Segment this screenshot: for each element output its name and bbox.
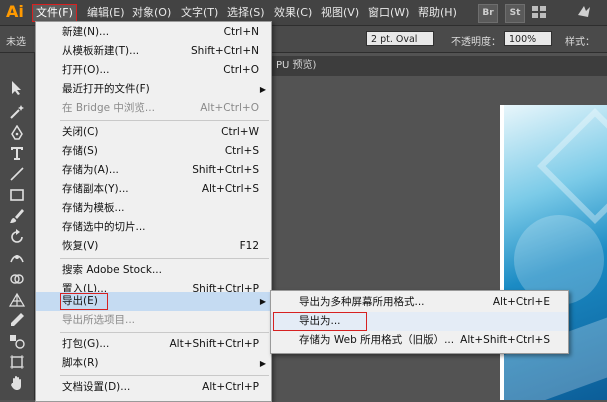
stock-button[interactable]: St bbox=[505, 4, 525, 23]
sync-icon[interactable] bbox=[575, 3, 593, 21]
eyedropper-icon[interactable] bbox=[9, 312, 25, 328]
menu-select[interactable]: 选择(S) bbox=[224, 5, 268, 21]
type-tool-icon[interactable] bbox=[9, 145, 25, 161]
menu-item-document-setup[interactable]: 文档设置(D)... Alt+Ctrl+P bbox=[36, 378, 271, 397]
line-tool-icon[interactable] bbox=[9, 166, 25, 182]
submenu-item-export-as[interactable]: 导出为... bbox=[271, 312, 568, 331]
submenu-arrow-icon: ▶ bbox=[259, 297, 266, 306]
menu-item-browse-in-bridge: 在 Bridge 中浏览... Alt+Ctrl+O bbox=[62, 102, 259, 114]
perspective-grid-icon[interactable] bbox=[9, 292, 25, 308]
menu-object[interactable]: 对象(O) bbox=[129, 5, 174, 21]
artwork-diamond bbox=[537, 108, 607, 224]
menu-item-open[interactable]: 打开(O)... Ctrl+O bbox=[36, 61, 271, 80]
rotate-tool-icon[interactable] bbox=[9, 229, 25, 245]
menu-edit[interactable]: 编辑(E) bbox=[84, 5, 128, 21]
selection-tool-icon[interactable] bbox=[9, 80, 25, 96]
menu-item-package[interactable]: 打包(G)... Alt+Shift+Ctrl+P bbox=[36, 335, 271, 354]
menu-item-new-from-template[interactable]: 从模板新建(T)... Shift+Ctrl+N bbox=[36, 42, 271, 61]
menu-separator bbox=[60, 258, 269, 259]
menu-item-recent-files[interactable]: 最近打开的文件(F) ▶ bbox=[36, 80, 271, 99]
menu-item-export-selection: 导出所选项目... bbox=[62, 314, 136, 326]
paintbrush-tool-icon[interactable] bbox=[9, 208, 25, 224]
menu-view[interactable]: 视图(V) bbox=[318, 5, 362, 21]
submenu-arrow-icon: ▶ bbox=[259, 359, 266, 368]
menu-item-save-as-template[interactable]: 存储为模板... bbox=[36, 199, 271, 218]
grid-layout-icon[interactable] bbox=[530, 3, 548, 21]
menu-item-save-selected-slices[interactable]: 存储选中的切片... bbox=[36, 218, 271, 237]
opacity-field[interactable]: 100% bbox=[504, 31, 552, 46]
menu-item-scripts[interactable]: 脚本(R) ▶ bbox=[36, 354, 271, 373]
submenu-item-save-for-web[interactable]: 存储为 Web 所用格式（旧版）... Alt+Shift+Ctrl+S bbox=[271, 331, 568, 350]
menu-item-export[interactable]: 导出(E) ▶ bbox=[36, 292, 271, 311]
rectangle-tool-icon[interactable] bbox=[9, 187, 25, 203]
menu-item-new[interactable]: 新建(N)... Ctrl+N bbox=[36, 23, 271, 42]
document-tab-title: PU 预览) bbox=[276, 60, 317, 71]
menu-window[interactable]: 窗口(W) bbox=[365, 5, 412, 21]
menu-item-search-adobe-stock[interactable]: 搜索 Adobe Stock... bbox=[36, 261, 271, 280]
submenu-item-export-for-screens[interactable]: 导出为多种屏幕所用格式... Alt+Ctrl+E bbox=[271, 293, 568, 312]
menu-item-save[interactable]: 存储(S) Ctrl+S bbox=[36, 142, 271, 161]
menu-item-save-as[interactable]: 存储为(A)... Shift+Ctrl+S bbox=[36, 161, 271, 180]
bridge-button[interactable]: Br bbox=[478, 4, 498, 23]
menu-separator bbox=[60, 375, 269, 376]
tools-panel bbox=[0, 53, 35, 400]
hand-tool-icon[interactable] bbox=[9, 375, 25, 391]
file-menu-dropdown: 新建(N)... Ctrl+N 从模板新建(T)... Shift+Ctrl+N… bbox=[35, 21, 272, 402]
menu-item-revert[interactable]: 恢复(V) F12 bbox=[36, 237, 271, 256]
menu-separator bbox=[60, 120, 269, 121]
illustrator-logo: Ai bbox=[6, 2, 24, 21]
opacity-label: 不透明度： bbox=[451, 37, 501, 48]
pen-tool-icon[interactable] bbox=[9, 125, 25, 141]
magic-wand-icon[interactable] bbox=[9, 104, 25, 120]
style-label: 样式： bbox=[565, 37, 595, 48]
artboard-artwork bbox=[500, 105, 607, 400]
menu-item-close[interactable]: 关闭(C) Ctrl+W bbox=[36, 123, 271, 142]
menu-item-save-copy[interactable]: 存储副本(Y)... Alt+Ctrl+S bbox=[36, 180, 271, 199]
artboard-tool-icon[interactable] bbox=[9, 354, 25, 370]
menu-effect[interactable]: 效果(C) bbox=[271, 5, 315, 21]
warp-tool-icon[interactable] bbox=[9, 250, 25, 266]
selection-status: 未选 bbox=[6, 37, 26, 48]
shape-builder-icon[interactable] bbox=[9, 271, 25, 287]
submenu-arrow-icon: ▶ bbox=[259, 85, 266, 94]
brush-definition-field[interactable]: 2 pt. Oval bbox=[366, 31, 434, 46]
menu-file[interactable]: 文件(F) bbox=[32, 4, 77, 22]
menu-separator bbox=[60, 332, 269, 333]
menu-type[interactable]: 文字(T) bbox=[178, 5, 221, 21]
blend-tool-icon[interactable] bbox=[9, 333, 25, 349]
menu-help[interactable]: 帮助(H) bbox=[415, 5, 460, 21]
export-submenu: 导出为多种屏幕所用格式... Alt+Ctrl+E 导出为... 存储为 Web… bbox=[270, 290, 569, 354]
document-tab[interactable]: PU 预览) bbox=[272, 56, 607, 76]
